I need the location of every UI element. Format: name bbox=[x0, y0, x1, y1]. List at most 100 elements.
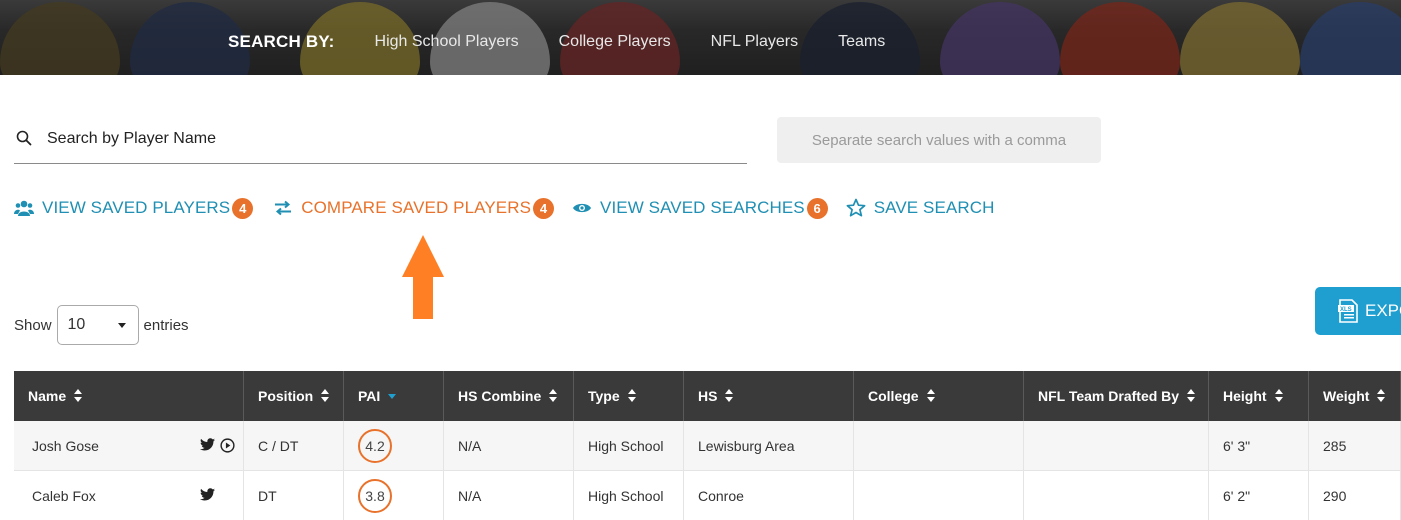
nav-teams[interactable]: Teams bbox=[838, 33, 885, 51]
cell-position: C / DT bbox=[244, 421, 344, 470]
social-links bbox=[200, 438, 235, 453]
cell-college bbox=[854, 421, 1024, 470]
cell-type: High School bbox=[574, 421, 684, 470]
entries-control: Show 10 entries bbox=[14, 305, 189, 345]
pai-score-badge: 4.2 bbox=[358, 428, 392, 463]
nav-college-players[interactable]: College Players bbox=[559, 33, 671, 51]
saved-players-count-badge: 4 bbox=[232, 197, 254, 219]
header-banner: SEARCH BY: High School Players College P… bbox=[0, 0, 1401, 75]
users-icon bbox=[14, 198, 34, 218]
table-header: Name Position PAI HS Combine Type HS Col… bbox=[14, 371, 1401, 421]
cell-height: 6' 2" bbox=[1209, 471, 1309, 520]
compare-count-badge: 4 bbox=[533, 197, 555, 219]
show-label: Show bbox=[14, 316, 52, 334]
cell-height: 6' 3" bbox=[1209, 421, 1309, 470]
saved-actions-bar: VIEW SAVED PLAYERS 4 COMPARE SAVED PLAYE… bbox=[14, 196, 994, 220]
search-by-label: SEARCH BY: bbox=[228, 32, 335, 51]
column-header-type[interactable]: Type bbox=[574, 371, 684, 421]
nav-nfl-players[interactable]: NFL Players bbox=[711, 33, 798, 51]
nav-high-school-players[interactable]: High School Players bbox=[375, 33, 519, 51]
saved-searches-count-badge: 6 bbox=[806, 197, 828, 219]
entries-per-page-select[interactable]: 10 bbox=[56, 305, 139, 345]
page: SEARCH BY: High School Players College P… bbox=[0, 0, 1401, 520]
twitter-icon[interactable] bbox=[200, 488, 215, 501]
column-label: Weight bbox=[1323, 388, 1370, 404]
column-label: Position bbox=[258, 388, 314, 404]
chevron-down-icon bbox=[117, 323, 126, 328]
sort-icon bbox=[1377, 389, 1386, 403]
star-icon bbox=[846, 198, 866, 218]
column-header-name[interactable]: Name bbox=[14, 371, 244, 421]
player-name-search-input[interactable] bbox=[47, 126, 737, 152]
save-search-label: SAVE SEARCH bbox=[873, 198, 995, 217]
player-name-link[interactable]: Caleb Fox bbox=[32, 488, 96, 504]
column-label: NFL Team Drafted By bbox=[1038, 388, 1180, 404]
view-saved-players-link[interactable]: VIEW SAVED PLAYERS 4 bbox=[14, 197, 254, 219]
save-search-link[interactable]: SAVE SEARCH bbox=[846, 198, 995, 218]
column-header-hs-combine[interactable]: HS Combine bbox=[444, 371, 574, 421]
export-label: EXPO bbox=[1365, 301, 1401, 320]
sort-icon bbox=[725, 389, 734, 403]
cell-pai: 3.8 bbox=[344, 471, 444, 520]
sort-descending-icon bbox=[388, 393, 397, 399]
table-row[interactable]: Josh Gose C / DT 4.2 N/A High School Lew… bbox=[14, 421, 1401, 471]
column-label: Name bbox=[28, 388, 67, 404]
search-by-nav: SEARCH BY: High School Players College P… bbox=[228, 32, 925, 52]
column-header-weight[interactable]: Weight bbox=[1309, 371, 1401, 421]
svg-text:XLS: XLS bbox=[1340, 307, 1352, 313]
cell-hs-combine: N/A bbox=[444, 471, 574, 520]
cell-name: Caleb Fox bbox=[14, 471, 244, 520]
column-label: HS Combine bbox=[458, 388, 542, 404]
sort-icon bbox=[926, 389, 936, 403]
eye-icon bbox=[572, 198, 592, 218]
cell-name: Josh Gose bbox=[14, 421, 244, 470]
sort-icon bbox=[1187, 389, 1196, 403]
column-header-height[interactable]: Height bbox=[1209, 371, 1309, 421]
column-label: PAI bbox=[358, 388, 381, 404]
sort-icon bbox=[627, 389, 637, 403]
multi-value-search bbox=[777, 117, 1101, 163]
up-arrow-annotation bbox=[402, 235, 444, 319]
view-saved-searches-label: VIEW SAVED SEARCHES bbox=[600, 198, 805, 217]
xls-icon: XLS bbox=[1338, 299, 1358, 323]
compare-saved-players-label: COMPARE SAVED PLAYERS bbox=[301, 198, 532, 217]
multi-value-search-input[interactable] bbox=[777, 117, 1101, 163]
compare-saved-players-link[interactable]: COMPARE SAVED PLAYERS 4 bbox=[273, 197, 555, 219]
sort-icon bbox=[1274, 389, 1284, 403]
entries-value: 10 bbox=[67, 316, 86, 333]
social-links bbox=[200, 488, 215, 501]
pai-score-badge: 3.8 bbox=[358, 478, 392, 513]
entries-label: entries bbox=[143, 316, 189, 334]
view-saved-players-label: VIEW SAVED PLAYERS bbox=[42, 198, 231, 217]
column-label: College bbox=[868, 388, 919, 404]
column-header-hs[interactable]: HS bbox=[684, 371, 854, 421]
cell-college bbox=[854, 471, 1024, 520]
cell-pai: 4.2 bbox=[344, 421, 444, 470]
play-icon[interactable] bbox=[220, 438, 235, 453]
view-saved-searches-link[interactable]: VIEW SAVED SEARCHES 6 bbox=[572, 197, 828, 219]
table-row[interactable]: Caleb Fox DT 3.8 N/A High School Conroe … bbox=[14, 471, 1401, 520]
twitter-icon[interactable] bbox=[200, 438, 215, 451]
search-icon bbox=[16, 130, 32, 146]
cell-type: High School bbox=[574, 471, 684, 520]
column-header-pai[interactable]: PAI bbox=[344, 371, 444, 421]
cell-hs: Conroe bbox=[684, 471, 854, 520]
swap-arrows-icon bbox=[273, 198, 293, 218]
export-xls-button[interactable]: XLS EXPO bbox=[1315, 287, 1401, 335]
column-header-college[interactable]: College bbox=[854, 371, 1024, 421]
players-table: Name Position PAI HS Combine Type HS Col… bbox=[14, 371, 1401, 520]
cell-hs: Lewisburg Area bbox=[684, 421, 854, 470]
sort-icon bbox=[74, 389, 83, 403]
column-header-position[interactable]: Position bbox=[244, 371, 344, 421]
cell-weight: 290 bbox=[1309, 471, 1401, 520]
sort-icon bbox=[321, 389, 330, 403]
cell-nfl-team bbox=[1024, 421, 1209, 470]
column-label: HS bbox=[698, 388, 718, 404]
player-name-link[interactable]: Josh Gose bbox=[32, 438, 99, 454]
column-header-nfl-team[interactable]: NFL Team Drafted By bbox=[1024, 371, 1209, 421]
cell-weight: 285 bbox=[1309, 421, 1401, 470]
column-label: Type bbox=[588, 388, 620, 404]
player-search bbox=[14, 118, 747, 164]
cell-hs-combine: N/A bbox=[444, 421, 574, 470]
cell-nfl-team bbox=[1024, 471, 1209, 520]
